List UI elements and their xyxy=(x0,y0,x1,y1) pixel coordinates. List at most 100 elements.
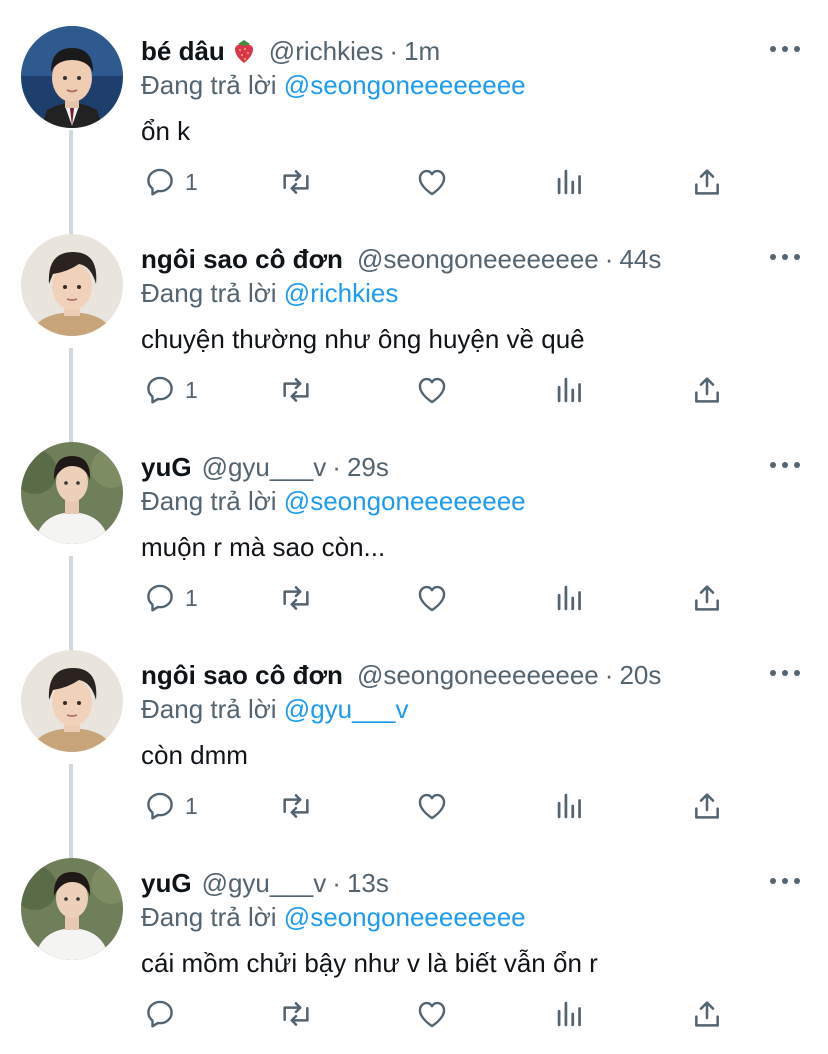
more-options-icon[interactable] xyxy=(770,876,800,886)
replying-prefix: Đang trả lời xyxy=(141,278,277,308)
avatar[interactable] xyxy=(21,650,123,752)
action-bar xyxy=(141,994,741,1034)
reply-icon xyxy=(147,376,173,404)
like-button[interactable] xyxy=(415,994,449,1034)
analytics-icon xyxy=(557,1001,581,1027)
display-name[interactable]: ngôi sao cô đơn xyxy=(141,244,343,275)
analytics-button[interactable] xyxy=(555,786,585,826)
separator-dot: · xyxy=(389,35,398,66)
reply-button[interactable]: 1 xyxy=(143,162,198,202)
avatar[interactable] xyxy=(21,858,123,960)
analytics-icon xyxy=(557,793,581,819)
tweet-text: chuyện thường như ông huyện về quê xyxy=(141,324,585,354)
display-name[interactable]: bé dâu xyxy=(141,36,225,67)
analytics-icon xyxy=(557,169,581,195)
retweet-icon xyxy=(283,586,309,610)
reply-icon xyxy=(147,584,173,612)
analytics-icon xyxy=(557,585,581,611)
reply-icon xyxy=(147,1000,173,1028)
mention-link[interactable]: @gyu___v xyxy=(284,694,409,724)
analytics-button[interactable] xyxy=(555,162,585,202)
user-handle[interactable]: @gyu___v xyxy=(202,868,327,899)
tweet-header: bé dâu @richkies · 1m xyxy=(141,34,440,68)
separator-dot: · xyxy=(604,243,614,274)
share-icon xyxy=(695,169,719,195)
tweet-text: ổn k xyxy=(141,116,191,146)
separator-dot: · xyxy=(332,867,341,898)
reply-button[interactable]: 1 xyxy=(143,786,198,826)
tweet-header: ngôi sao cô đơn @seongoneeeeeeee · 20s xyxy=(141,658,661,692)
avatar[interactable] xyxy=(21,234,123,336)
timestamp[interactable]: 29s xyxy=(347,452,389,483)
retweet-button[interactable] xyxy=(277,162,315,202)
replying-prefix: Đang trả lời xyxy=(141,694,277,724)
analytics-icon xyxy=(557,377,581,403)
replying-to: Đang trả lời @richkies xyxy=(141,278,398,309)
more-options-icon[interactable] xyxy=(770,44,800,54)
reply-button[interactable] xyxy=(143,994,185,1034)
retweet-button[interactable] xyxy=(277,994,315,1034)
share-button[interactable] xyxy=(691,370,723,410)
action-bar: 1 xyxy=(141,370,741,410)
user-handle[interactable]: @richkies xyxy=(269,36,384,67)
action-bar: 1 xyxy=(141,786,741,826)
replying-to: Đang trả lời @seongoneeeeeeee xyxy=(141,486,526,517)
heart-icon xyxy=(418,585,446,612)
strawberry-icon xyxy=(233,38,255,64)
analytics-button[interactable] xyxy=(555,370,585,410)
user-handle[interactable]: @seongoneeeeeeee xyxy=(357,244,599,275)
reply-count: 1 xyxy=(185,376,198,403)
analytics-button[interactable] xyxy=(555,994,585,1034)
tweet[interactable]: ngôi sao cô đơn @seongoneeeeeeee · 20s Đ… xyxy=(0,624,828,832)
retweet-button[interactable] xyxy=(277,578,315,618)
tweet-text: muộn r mà sao còn... xyxy=(141,532,386,562)
share-button[interactable] xyxy=(691,578,723,618)
like-button[interactable] xyxy=(415,786,449,826)
heart-icon xyxy=(418,1001,446,1028)
mention-link[interactable]: @seongoneeeeeeee xyxy=(284,902,526,932)
user-handle[interactable]: @seongoneeeeeeee xyxy=(357,660,599,691)
timestamp[interactable]: 13s xyxy=(347,868,389,899)
timestamp[interactable]: 44s xyxy=(619,244,661,275)
replying-prefix: Đang trả lời xyxy=(141,902,277,932)
reply-button[interactable]: 1 xyxy=(143,578,198,618)
mention-link[interactable]: @seongoneeeeeeee xyxy=(284,486,526,516)
timestamp[interactable]: 1m xyxy=(404,36,440,67)
reply-count: 1 xyxy=(185,168,198,195)
share-button[interactable] xyxy=(691,162,723,202)
timestamp[interactable]: 20s xyxy=(619,660,661,691)
share-button[interactable] xyxy=(691,994,723,1034)
replying-prefix: Đang trả lời xyxy=(141,70,277,100)
display-name[interactable]: yuG xyxy=(141,868,192,899)
mention-link[interactable]: @richkies xyxy=(284,278,399,308)
retweet-icon xyxy=(283,1002,309,1026)
retweet-button[interactable] xyxy=(277,370,315,410)
tweet[interactable]: bé dâu @richkies · 1m Đang trả lời @seon… xyxy=(0,0,828,208)
reply-icon xyxy=(147,792,173,820)
more-options-icon[interactable] xyxy=(770,460,800,470)
reply-button[interactable]: 1 xyxy=(143,370,198,410)
more-options-icon[interactable] xyxy=(770,252,800,262)
tweet[interactable]: yuG @gyu___v · 29s Đang trả lời @seongon… xyxy=(0,416,828,624)
retweet-button[interactable] xyxy=(277,786,315,826)
reply-count: 1 xyxy=(185,584,198,611)
avatar[interactable] xyxy=(21,442,123,544)
analytics-button[interactable] xyxy=(555,578,585,618)
like-button[interactable] xyxy=(415,370,449,410)
like-button[interactable] xyxy=(415,578,449,618)
like-button[interactable] xyxy=(415,162,449,202)
reply-count: 1 xyxy=(185,792,198,819)
share-button[interactable] xyxy=(691,786,723,826)
replying-to: Đang trả lời @seongoneeeeeeee xyxy=(141,70,526,101)
tweet[interactable]: yuG @gyu___v · 13s Đang trả lời @seongon… xyxy=(0,832,828,1040)
tweet[interactable]: ngôi sao cô đơn @seongoneeeeeeee · 44s Đ… xyxy=(0,208,828,416)
separator-dot: · xyxy=(604,659,614,690)
tweet-text: còn dmm xyxy=(141,740,248,770)
display-name[interactable]: yuG xyxy=(141,452,192,483)
user-handle[interactable]: @gyu___v xyxy=(202,452,327,483)
avatar[interactable] xyxy=(21,26,123,128)
display-name[interactable]: ngôi sao cô đơn xyxy=(141,660,343,691)
share-icon xyxy=(695,793,719,819)
mention-link[interactable]: @seongoneeeeeeee xyxy=(284,70,526,100)
more-options-icon[interactable] xyxy=(770,668,800,678)
